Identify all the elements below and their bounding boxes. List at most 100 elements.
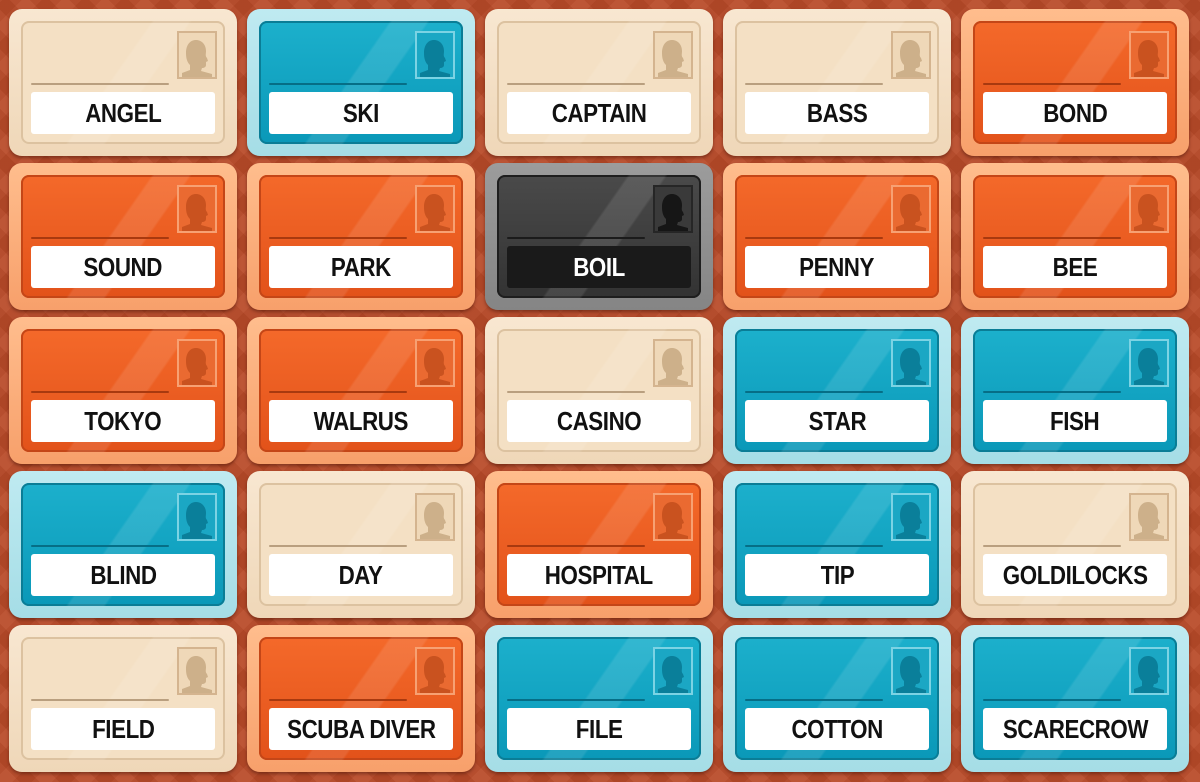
- portrait-frame: [653, 339, 693, 387]
- word-plate: CAPTAIN: [507, 92, 691, 134]
- person-silhouette-icon: [420, 40, 450, 77]
- person-silhouette-icon: [182, 194, 212, 231]
- card-divider: [31, 545, 169, 547]
- word-plate: SKI: [269, 92, 453, 134]
- portrait-frame: [653, 493, 693, 541]
- card-red[interactable]: TOKYO: [9, 317, 237, 464]
- card-face: DAY: [259, 483, 463, 606]
- card-divider: [31, 83, 169, 85]
- card-neutral[interactable]: CAPTAIN: [485, 9, 713, 156]
- card-word: STAR: [808, 405, 866, 436]
- card-face: GOLDILOCKS: [973, 483, 1177, 606]
- portrait-frame: [1129, 493, 1169, 541]
- card-red[interactable]: SCUBA DIVER: [247, 625, 475, 772]
- portrait-frame: [891, 185, 931, 233]
- card-word: SCUBA DIVER: [286, 713, 436, 744]
- card-word: CASINO: [556, 405, 642, 436]
- word-plate: PARK: [269, 246, 453, 288]
- card-word: SCARECROW: [1002, 713, 1148, 744]
- portrait-frame: [891, 339, 931, 387]
- card-word: BASS: [806, 97, 868, 128]
- word-plate: COTTON: [745, 708, 929, 750]
- card-divider: [31, 391, 169, 393]
- card-face: CASINO: [497, 329, 701, 452]
- word-plate: BASS: [745, 92, 929, 134]
- word-plate: TOKYO: [31, 400, 215, 442]
- card-red[interactable]: WALRUS: [247, 317, 475, 464]
- card-assassin[interactable]: BOIL: [485, 163, 713, 310]
- card-face: COTTON: [735, 637, 939, 760]
- person-silhouette-icon: [658, 40, 688, 77]
- person-silhouette-icon: [420, 194, 450, 231]
- word-plate: WALRUS: [269, 400, 453, 442]
- card-divider: [269, 83, 407, 85]
- card-face: SKI: [259, 21, 463, 144]
- person-silhouette-icon: [1134, 348, 1164, 385]
- card-word: TIP: [820, 559, 854, 590]
- person-silhouette-icon: [658, 656, 688, 693]
- card-neutral[interactable]: BASS: [723, 9, 951, 156]
- card-face: HOSPITAL: [497, 483, 701, 606]
- portrait-frame: [177, 493, 217, 541]
- card-word: FIELD: [91, 713, 155, 744]
- card-word: PENNY: [799, 251, 875, 282]
- portrait-frame: [1129, 339, 1169, 387]
- card-red[interactable]: PENNY: [723, 163, 951, 310]
- card-divider: [745, 391, 883, 393]
- person-silhouette-icon: [182, 348, 212, 385]
- card-blue[interactable]: BLIND: [9, 471, 237, 618]
- portrait-frame: [415, 31, 455, 79]
- card-word: SOUND: [83, 251, 163, 282]
- card-divider: [983, 83, 1121, 85]
- card-blue[interactable]: COTTON: [723, 625, 951, 772]
- portrait-frame: [177, 31, 217, 79]
- card-word: ANGEL: [84, 97, 162, 128]
- card-neutral[interactable]: CASINO: [485, 317, 713, 464]
- card-divider: [507, 237, 645, 239]
- word-plate: FISH: [983, 400, 1167, 442]
- card-face: SCARECROW: [973, 637, 1177, 760]
- card-divider: [269, 545, 407, 547]
- card-divider: [983, 699, 1121, 701]
- person-silhouette-icon: [896, 502, 926, 539]
- card-word: BOND: [1042, 97, 1108, 128]
- card-divider: [269, 391, 407, 393]
- person-silhouette-icon: [1134, 40, 1164, 77]
- card-red[interactable]: PARK: [247, 163, 475, 310]
- word-plate: BLIND: [31, 554, 215, 596]
- card-blue[interactable]: SKI: [247, 9, 475, 156]
- card-neutral[interactable]: GOLDILOCKS: [961, 471, 1189, 618]
- person-silhouette-icon: [182, 656, 212, 693]
- card-face: WALRUS: [259, 329, 463, 452]
- person-silhouette-icon: [182, 502, 212, 539]
- card-blue[interactable]: SCARECROW: [961, 625, 1189, 772]
- portrait-frame: [177, 339, 217, 387]
- card-divider: [31, 237, 169, 239]
- card-red[interactable]: HOSPITAL: [485, 471, 713, 618]
- card-divider: [269, 237, 407, 239]
- card-blue[interactable]: FISH: [961, 317, 1189, 464]
- card-neutral[interactable]: DAY: [247, 471, 475, 618]
- card-red[interactable]: BOND: [961, 9, 1189, 156]
- word-plate: DAY: [269, 554, 453, 596]
- card-red[interactable]: SOUND: [9, 163, 237, 310]
- word-plate: FIELD: [31, 708, 215, 750]
- portrait-frame: [653, 185, 693, 233]
- portrait-frame: [415, 493, 455, 541]
- portrait-frame: [415, 339, 455, 387]
- card-blue[interactable]: STAR: [723, 317, 951, 464]
- card-word: HOSPITAL: [545, 559, 653, 590]
- card-neutral[interactable]: FIELD: [9, 625, 237, 772]
- portrait-frame: [653, 647, 693, 695]
- card-divider: [31, 699, 169, 701]
- card-face: BASS: [735, 21, 939, 144]
- card-face: FILE: [497, 637, 701, 760]
- card-word: FISH: [1050, 405, 1100, 436]
- word-plate: TIP: [745, 554, 929, 596]
- card-blue[interactable]: TIP: [723, 471, 951, 618]
- card-red[interactable]: BEE: [961, 163, 1189, 310]
- word-plate: FILE: [507, 708, 691, 750]
- portrait-frame: [1129, 185, 1169, 233]
- card-blue[interactable]: FILE: [485, 625, 713, 772]
- card-neutral[interactable]: ANGEL: [9, 9, 237, 156]
